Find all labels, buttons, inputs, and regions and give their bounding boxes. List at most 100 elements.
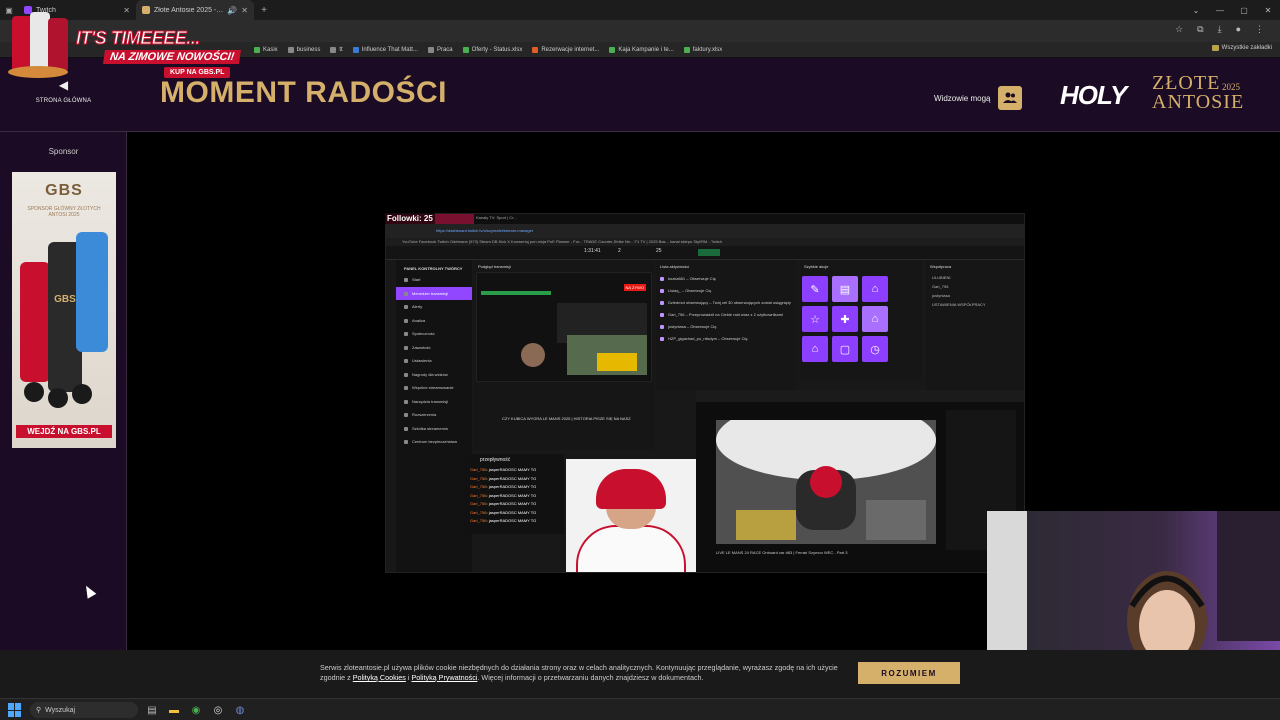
chat-username: Gari_756 — [470, 509, 487, 515]
bookmark-star-icon[interactable]: ☆ — [1175, 24, 1183, 35]
chat-message: jasperRADOSC MAMY TO — [488, 492, 537, 498]
taskbar-search-input[interactable]: ⚲ Wyszukaj — [30, 702, 138, 718]
capture-chat-overlay: przepływność Gari_756: jasperRADOSC MAMY… — [464, 454, 564, 534]
capture-sidebar-item: Analiza — [396, 314, 472, 328]
capture-activity-header: Lista aktywności — [660, 264, 690, 269]
streamer-shirt — [576, 525, 686, 572]
obs-icon[interactable]: ◎ — [210, 702, 226, 718]
download-icon[interactable]: ⤓ — [1218, 24, 1222, 35]
windows-start-icon[interactable] — [8, 703, 22, 717]
capture-quick-header: Szybkie akcje — [804, 264, 829, 269]
chat-username: Gari_756 — [470, 492, 487, 498]
task-view-icon[interactable]: ▤ — [144, 702, 160, 718]
chat-username: Gari_756 — [470, 475, 487, 481]
chrome-icon[interactable]: ◉ — [188, 702, 204, 718]
capture-stream-time: 1:31:41 — [584, 248, 601, 254]
capture-address-bar: https://dashboard.twitch.tv/u/szymafei/s… — [386, 224, 1024, 238]
followers-counter: Followki: 25 — [385, 213, 435, 224]
capture-collab-item: justyniasa — [932, 293, 950, 298]
capture-activity-row: kozka681 – Obserwuje Cię — [656, 273, 796, 285]
capture-chat-line: Gari_756: jasperRADOSC MAMY TO — [464, 517, 564, 526]
bookmark-item[interactable]: Oferty - Status.xlsx — [462, 47, 523, 53]
capture-stats-bar: 1:31:41 2 25 — [386, 246, 1024, 260]
ad-cans-image: GBS — [20, 232, 108, 408]
onboard-image — [716, 420, 936, 544]
capture-sidebar-item: Rozszerzenia — [396, 408, 472, 422]
capture-streamer-webcam — [566, 459, 696, 572]
capture-tab-strip: Kanały TV: Sport | Cr... — [386, 214, 1024, 224]
bookmark-item[interactable]: Influence That Matt... — [352, 47, 418, 53]
file-explorer-icon[interactable]: ▬ — [166, 702, 182, 718]
capture-sidebar-item: Alerty — [396, 300, 472, 314]
capture-collab-item: ULUBIENI — [932, 275, 951, 280]
stream-screen-capture: Kanały TV: Sport | Cr... https://dashboa… — [385, 213, 1025, 573]
capture-quick-grid: ✎ ▤ ⌂ ☆ ✚ ⌂ ⌂ ▢ ◷ — [800, 276, 922, 362]
tab-search-icon[interactable]: ⌄ — [1184, 0, 1208, 20]
ad-brand: GBS — [45, 182, 83, 199]
bookmark-item[interactable]: tt — [330, 47, 343, 53]
capture-collab-header: Współpraca — [930, 264, 952, 269]
bookmark-label: Oferty - Status.xlsx — [471, 47, 523, 53]
promo-banner[interactable]: IT'S TIMEEEE... NA ZIMOWE NOWOŚCI! KUP N… — [4, 10, 260, 80]
bookmark-item[interactable]: Rezerwacje internet... — [532, 47, 599, 53]
bookmark-item[interactable]: Praca — [427, 47, 453, 53]
capture-sidebar-item: Zawartość — [396, 341, 472, 355]
profile-icon[interactable]: ● — [1236, 24, 1241, 35]
capture-quick-action-icon: ⌂ — [802, 336, 828, 362]
bookmark-label: business — [296, 47, 321, 53]
bookmark-favicon-icon — [330, 47, 337, 53]
capture-onboard-video: LIVE LE MANS 24 RACE Onboard car #83 | F… — [696, 390, 1024, 572]
close-window-icon[interactable]: ✕ — [1256, 0, 1280, 20]
promo-cta[interactable]: KUP NA GBS.PL — [164, 67, 231, 78]
bookmark-favicon-icon — [462, 47, 469, 53]
left-sidebar: Sponsor GBS SPONSOR GŁÓWNY ZŁOTYCH ANTOS… — [0, 132, 127, 650]
chat-message: jasperRADOSC MAMY TO — [488, 509, 537, 515]
sponsor-label: Sponsor — [48, 147, 79, 156]
cookie-policy-link[interactable]: Polityką Cookies — [353, 673, 406, 682]
bookmark-item[interactable]: faktury.xlsx — [683, 47, 722, 53]
bookmark-favicon-icon — [427, 47, 434, 53]
home-button[interactable]: ◀ STRONA GŁÓWNA — [0, 78, 127, 104]
menu-icon[interactable]: ⋮ — [1255, 24, 1264, 35]
capture-bookmarks: YouTube Facebook Twitch Odebrane (573) S… — [386, 238, 1024, 246]
svg-text:GBS: GBS — [54, 294, 76, 305]
chat-username: Gari_756 — [470, 467, 487, 472]
folder-icon — [1211, 45, 1219, 51]
capture-creator-sidebar: PANEL KONTROLNY TWÓRCY Start Menedżer tra… — [396, 260, 472, 572]
extensions-icon[interactable]: ⧉ — [1197, 24, 1203, 35]
promo-headline: IT'S TIMEEEE... — [76, 28, 201, 49]
viewers-button[interactable] — [998, 86, 1023, 110]
capture-chat-line: Gari_756: jasperRADOSC MAMY TO — [464, 492, 564, 501]
bookmark-item[interactable]: business — [287, 47, 321, 53]
bookmark-favicon-icon — [683, 47, 690, 53]
sponsor-ad[interactable]: GBS SPONSOR GŁÓWNY ZŁOTYCH ANTOSI 2025 G… — [12, 172, 116, 448]
bookmark-favicon-icon — [532, 47, 539, 53]
bookmark-label: Influence That Matt... — [361, 47, 418, 53]
capture-sidebar-item: Narzędzia transmisji — [396, 395, 472, 409]
ad-cta-button[interactable]: WEJDŹ NA GBS.PL — [16, 425, 112, 438]
capture-sidebar-header: PANEL KONTROLNY TWÓRCY — [404, 266, 463, 271]
capture-sidebar-item: Centrum bezpieczeństwa — [396, 435, 472, 449]
chat-message: jasperRADOSC MAMY TO — [488, 467, 537, 472]
os-taskbar: ⚲ Wyszukaj ▤ ▬ ◉ ◎ ◍ — [0, 698, 1280, 720]
all-bookmarks-button[interactable]: Wszystkie zakładki — [1211, 45, 1272, 51]
cookie-accept-button[interactable]: ROZUMIEM — [858, 662, 960, 684]
maximize-icon[interactable]: ▢ — [1232, 0, 1256, 20]
arrow-left-icon: ◀ — [58, 78, 69, 92]
bookmark-label: Praca — [436, 47, 453, 53]
logo-year: 2025 — [1222, 82, 1240, 92]
discord-icon[interactable]: ◍ — [232, 702, 248, 718]
capture-live-badge: NA ŻYWO — [623, 284, 646, 291]
window-controls: ⌄ — ▢ ✕ — [1184, 0, 1280, 20]
taskbar-search-placeholder: Wyszukaj — [45, 706, 76, 714]
viewers-permissions[interactable]: Widzowie mogą — [934, 86, 1023, 110]
bookmark-favicon-icon — [352, 47, 359, 53]
all-bookmarks-label: Wszystkie zakładki — [1221, 45, 1272, 51]
bookmark-item[interactable]: Kaja Kampanie i te... — [609, 47, 674, 53]
minimize-icon[interactable]: — — [1208, 0, 1232, 20]
privacy-policy-link[interactable]: Polityką Prywatności — [412, 673, 478, 682]
bookmarks-list: Kasix business tt Influence That Matt... Pra… — [254, 42, 722, 58]
promo-subline: NA ZIMOWE NOWOŚCI! — [103, 50, 242, 64]
capture-sidebar-item: Start — [396, 273, 472, 287]
search-icon: ⚲ — [36, 707, 42, 714]
